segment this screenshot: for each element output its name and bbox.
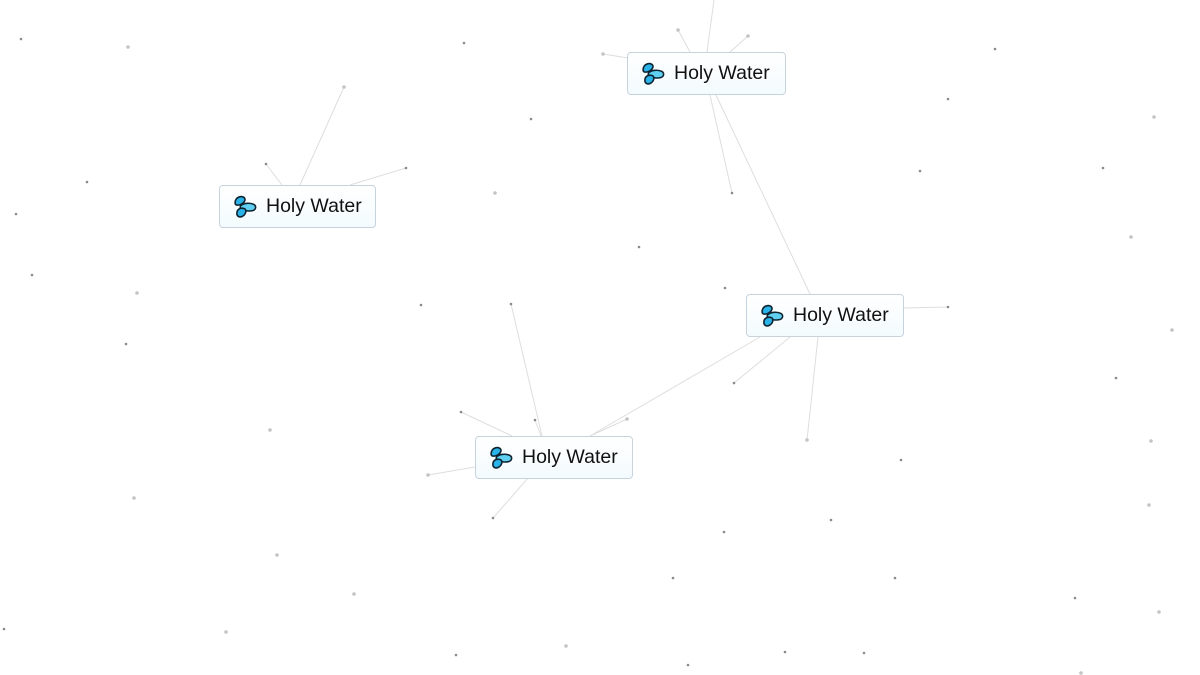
particle-dot xyxy=(135,291,139,295)
particle-dot xyxy=(732,381,736,385)
element-tile-holy-water[interactable]: Holy Water xyxy=(746,294,904,337)
particle-dot xyxy=(126,45,130,49)
infinite-craft-canvas[interactable]: Holy Water Holy Water Holy Water Holy Wa… xyxy=(0,0,1200,675)
particle-dot xyxy=(224,630,228,634)
connection-line xyxy=(903,306,949,309)
connection-line xyxy=(733,336,791,384)
particle-dot xyxy=(529,117,533,121)
particle-dot xyxy=(783,650,787,654)
particle-dot xyxy=(275,553,279,557)
element-tile-holy-water[interactable]: Holy Water xyxy=(627,52,786,95)
particle-dot xyxy=(1129,235,1133,239)
particle-dot xyxy=(493,191,497,195)
particle-dot xyxy=(564,644,568,648)
particle-dot xyxy=(404,166,408,170)
particle-dot xyxy=(918,169,922,173)
particle-dot xyxy=(509,302,513,306)
connection-line xyxy=(589,336,761,437)
particle-dot xyxy=(637,245,641,249)
particle-dot xyxy=(1152,115,1156,119)
particle-dot xyxy=(352,592,356,596)
particle-dot xyxy=(993,47,997,51)
connection-line xyxy=(349,167,407,186)
particle-dot xyxy=(533,418,537,422)
particle-dot xyxy=(85,180,89,184)
connection-line xyxy=(806,336,819,441)
particle-dot xyxy=(2,627,6,631)
particle-dot xyxy=(268,428,272,432)
particle-dot xyxy=(1114,376,1118,380)
particle-dot xyxy=(264,162,268,166)
particle-dot xyxy=(426,473,430,477)
connection-line xyxy=(510,303,543,437)
particle-dot xyxy=(124,342,128,346)
particle-dot xyxy=(454,653,458,657)
water-droplets-icon xyxy=(234,195,257,218)
particle-dot xyxy=(132,496,136,500)
particle-dot xyxy=(1101,166,1105,170)
particle-dot xyxy=(829,518,833,522)
particle-dot xyxy=(1170,328,1174,332)
element-tile-holy-water[interactable]: Holy Water xyxy=(475,436,633,479)
tile-label: Holy Water xyxy=(793,304,889,326)
background-layer xyxy=(2,0,1174,675)
particle-dot xyxy=(722,530,726,534)
element-tile-holy-water[interactable]: Holy Water xyxy=(219,185,376,228)
particle-dot xyxy=(19,37,23,41)
particle-dots xyxy=(2,28,1174,675)
particle-dot xyxy=(491,516,495,520)
connection-line xyxy=(729,35,749,53)
particle-dot xyxy=(1149,439,1153,443)
tile-label: Holy Water xyxy=(266,195,362,217)
particle-dot xyxy=(419,303,423,307)
particle-dot xyxy=(723,286,727,290)
particle-dot xyxy=(14,212,18,216)
particle-dot xyxy=(946,97,950,101)
particle-dot xyxy=(342,85,346,89)
particle-dot xyxy=(893,576,897,580)
particle-dot xyxy=(625,417,629,421)
particle-dot xyxy=(459,410,463,414)
particle-dot xyxy=(746,34,750,38)
particle-dot xyxy=(946,305,950,309)
connection-line xyxy=(299,86,345,186)
connection-line xyxy=(265,163,283,186)
connection-line xyxy=(715,94,811,295)
particle-dot xyxy=(462,41,466,45)
tile-label: Holy Water xyxy=(674,62,770,84)
connection-line xyxy=(709,94,733,194)
connection-line xyxy=(706,0,715,53)
connection-line xyxy=(602,53,629,59)
particle-dot xyxy=(676,28,680,32)
particle-dot xyxy=(805,438,809,442)
connection-line xyxy=(460,411,513,437)
connection-line xyxy=(589,418,628,437)
particle-dot xyxy=(899,458,903,462)
particle-dot xyxy=(1079,671,1083,675)
particle-dot xyxy=(686,663,690,667)
tile-label: Holy Water xyxy=(522,446,618,468)
water-droplets-icon xyxy=(761,304,784,327)
particle-dot xyxy=(1073,596,1077,600)
water-droplets-icon xyxy=(642,62,665,85)
particle-dot xyxy=(730,191,734,195)
particle-dot xyxy=(601,52,605,56)
connection-line xyxy=(492,477,529,519)
particle-dot xyxy=(862,651,866,655)
water-droplets-icon xyxy=(490,446,513,469)
particle-dot xyxy=(30,273,34,277)
connection-line xyxy=(677,29,691,53)
particle-dot xyxy=(1157,610,1161,614)
particle-dot xyxy=(1147,503,1151,507)
particle-dot xyxy=(671,576,675,580)
connection-line xyxy=(427,466,476,476)
